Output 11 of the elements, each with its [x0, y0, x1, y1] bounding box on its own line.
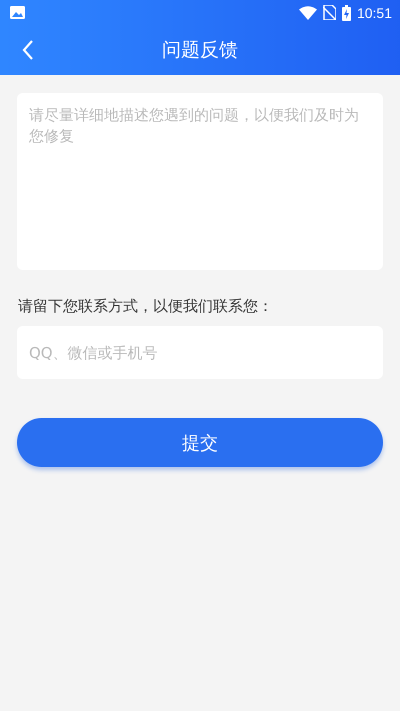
status-time: 10:51 — [356, 4, 392, 20]
contact-field[interactable]: QQ、微信或手机号 — [17, 326, 383, 379]
back-icon — [22, 40, 34, 60]
submit-button[interactable]: 提交 — [17, 418, 383, 467]
image-icon — [10, 6, 25, 19]
feedback-field[interactable]: 请尽量详细地描述您遇到的问题，以便我们及时为您修复 — [17, 93, 383, 270]
no-sim-icon — [322, 5, 336, 20]
battery-charging-icon — [342, 4, 351, 20]
wifi-icon — [298, 6, 317, 20]
page-title: 问题反馈 — [162, 38, 238, 63]
contact-label: 请留下您联系方式，以便我们联系您： — [18, 297, 274, 316]
